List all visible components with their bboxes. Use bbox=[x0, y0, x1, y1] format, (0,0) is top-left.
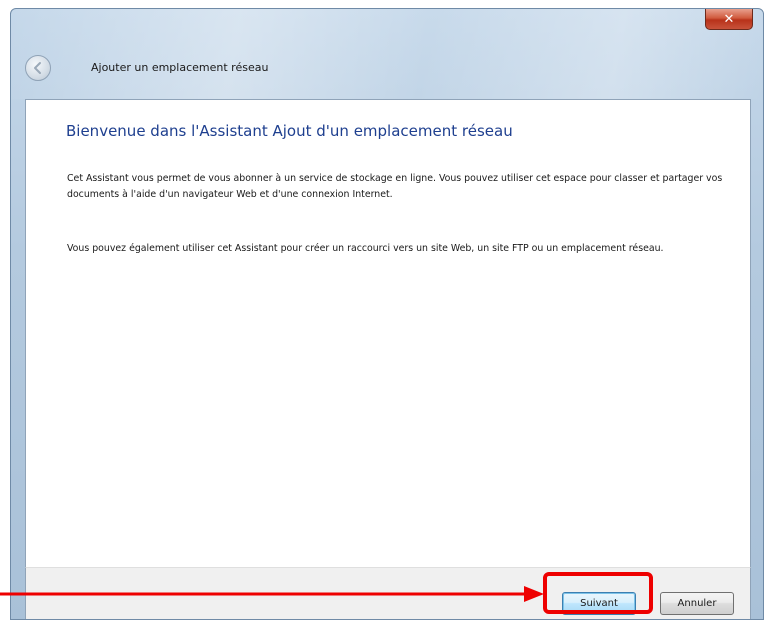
back-button[interactable] bbox=[25, 55, 51, 81]
wizard-description-paragraph: Cet Assistant vous permet de vous abonne… bbox=[67, 173, 723, 200]
cancel-button[interactable]: Annuler bbox=[660, 592, 734, 615]
close-icon: ✕ bbox=[723, 11, 735, 27]
window-frame-glass bbox=[11, 9, 763, 99]
next-button[interactable]: Suivant bbox=[562, 592, 636, 615]
window-title: Ajouter un emplacement réseau bbox=[91, 61, 269, 74]
wizard-content-panel: Bienvenue dans l'Assistant Ajout d'un em… bbox=[25, 99, 751, 567]
wizard-heading: Bienvenue dans l'Assistant Ajout d'un em… bbox=[66, 122, 513, 140]
close-button[interactable]: ✕ bbox=[705, 9, 753, 30]
wizard-shortcut-paragraph: Vous pouvez également utiliser cet Assis… bbox=[67, 243, 664, 254]
back-arrow-icon bbox=[34, 62, 41, 74]
wizard-footer: Suivant Annuler bbox=[25, 567, 751, 619]
wizard-window: ✕ Ajouter un emplacement réseau Bienvenu… bbox=[10, 8, 764, 620]
